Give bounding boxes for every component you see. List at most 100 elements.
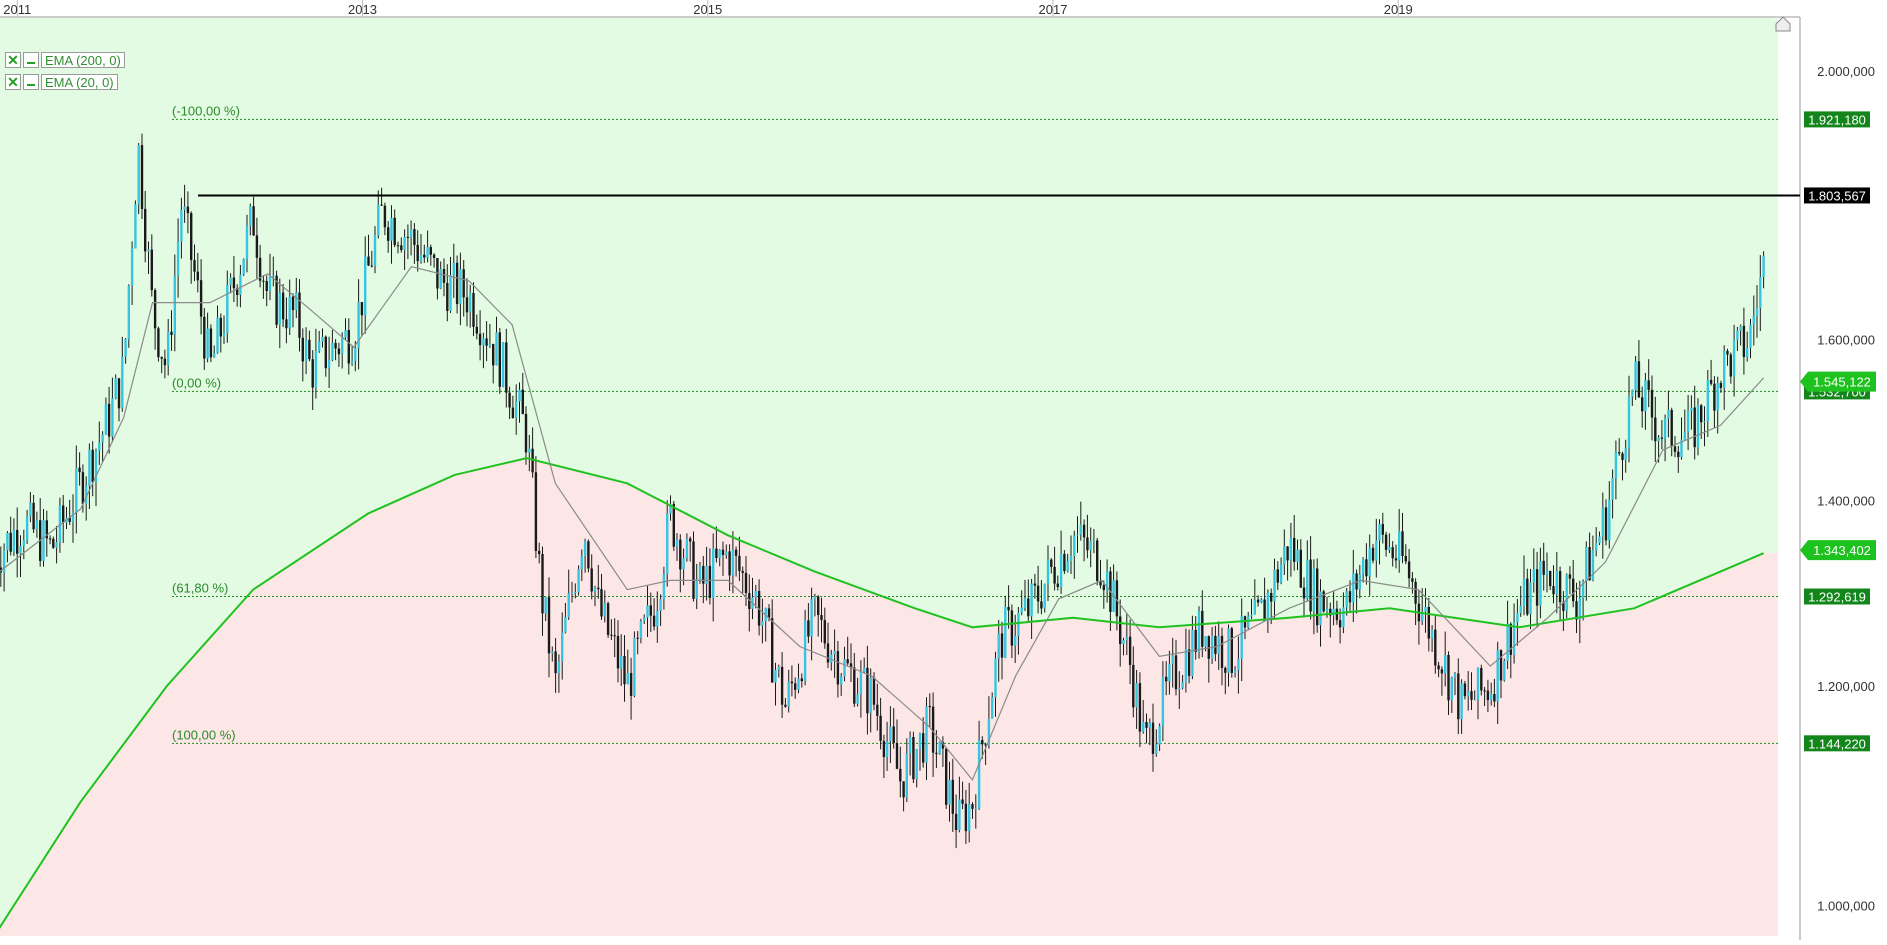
candle-body bbox=[606, 603, 610, 635]
candle-body bbox=[1155, 744, 1158, 754]
candle-body bbox=[1178, 687, 1181, 690]
candle-body bbox=[1260, 599, 1263, 603]
candle-body bbox=[1273, 569, 1276, 602]
candle-body bbox=[190, 213, 193, 261]
legend-label[interactable]: EMA (200, 0) bbox=[41, 52, 125, 68]
candle-body bbox=[1253, 599, 1256, 615]
candle-body bbox=[1394, 558, 1398, 561]
fibonacci-level-label: (-100,00 %) bbox=[172, 103, 240, 118]
candle-body bbox=[583, 541, 587, 556]
candle-body bbox=[1437, 665, 1440, 670]
candle-body bbox=[1233, 670, 1237, 673]
candle-body bbox=[846, 659, 849, 664]
candle-body bbox=[1020, 607, 1023, 613]
candle-body bbox=[1302, 587, 1306, 599]
y-tick-label: 2.000,000 bbox=[1817, 64, 1875, 79]
candle-body bbox=[1709, 379, 1713, 384]
candle-body bbox=[1759, 277, 1762, 308]
candle-body bbox=[656, 610, 659, 627]
candle-body bbox=[498, 332, 501, 387]
candle-body bbox=[278, 292, 281, 325]
legend-line-icon bbox=[23, 52, 39, 68]
candle-body bbox=[1624, 448, 1627, 460]
candle-body bbox=[925, 706, 928, 763]
candle-body bbox=[1621, 453, 1624, 460]
candle-body bbox=[561, 632, 564, 662]
candle-body bbox=[823, 620, 826, 644]
candle-body bbox=[291, 296, 295, 311]
candle-body bbox=[1568, 574, 1572, 579]
candle-body bbox=[137, 145, 140, 205]
candle-body bbox=[1174, 655, 1178, 690]
candle-body bbox=[1496, 650, 1499, 702]
candle-body bbox=[1729, 354, 1732, 377]
candle-body bbox=[1693, 407, 1696, 448]
candle-body bbox=[364, 256, 367, 316]
candle-body bbox=[1526, 578, 1529, 615]
candle-body bbox=[1023, 598, 1027, 608]
candle-body bbox=[265, 281, 268, 291]
candle-body bbox=[991, 697, 994, 719]
legend-ema-200[interactable]: ✕ EMA (200, 0) bbox=[5, 50, 125, 70]
candle-body bbox=[406, 236, 410, 238]
legend-ema-20[interactable]: ✕ EMA (20, 0) bbox=[5, 72, 118, 92]
candle-body bbox=[1529, 582, 1532, 615]
candle-body bbox=[708, 565, 712, 598]
candle-body bbox=[1148, 722, 1151, 728]
candle-body bbox=[324, 336, 327, 369]
candle-body bbox=[426, 247, 429, 258]
candle-body bbox=[1371, 547, 1375, 561]
candle-body bbox=[482, 338, 485, 346]
candle-body bbox=[1398, 531, 1401, 561]
candle-body bbox=[817, 596, 820, 615]
candle-body bbox=[285, 319, 288, 329]
candle-body bbox=[734, 549, 738, 556]
candle-body bbox=[807, 620, 810, 637]
candle-body bbox=[1161, 676, 1165, 727]
x-tick-label: 2017 bbox=[1039, 2, 1068, 17]
candle-body bbox=[1086, 537, 1089, 551]
candle-body bbox=[1204, 636, 1207, 647]
legend-label[interactable]: EMA (20, 0) bbox=[41, 74, 118, 90]
candle-body bbox=[672, 503, 675, 547]
candle-body bbox=[836, 651, 840, 685]
candle-body bbox=[1601, 507, 1604, 537]
candle-body bbox=[1128, 636, 1132, 665]
candle-body bbox=[393, 217, 396, 246]
legend-close-icon[interactable]: ✕ bbox=[5, 52, 21, 68]
candle-body bbox=[1214, 635, 1217, 654]
candle-body bbox=[432, 254, 436, 258]
candle-body bbox=[974, 808, 977, 810]
candle-body bbox=[1535, 569, 1539, 606]
candle-body bbox=[1201, 610, 1204, 647]
legend-close-icon[interactable]: ✕ bbox=[5, 74, 21, 90]
candle-body bbox=[288, 296, 291, 329]
candle-body bbox=[633, 637, 636, 696]
candle-body bbox=[1063, 553, 1066, 572]
candle-body bbox=[1000, 633, 1004, 658]
candle-body bbox=[107, 403, 111, 437]
y-tick-label: 1.400,000 bbox=[1817, 493, 1875, 508]
candle-body bbox=[649, 605, 652, 616]
candle-body bbox=[209, 328, 213, 358]
candle-body bbox=[1732, 339, 1736, 377]
candle-body bbox=[1375, 540, 1378, 561]
candle-body bbox=[449, 275, 452, 311]
candle-body bbox=[551, 651, 554, 654]
candle-body bbox=[1004, 607, 1007, 658]
candle-body bbox=[1700, 405, 1703, 423]
candle-body bbox=[1762, 255, 1765, 278]
candle-body bbox=[1706, 379, 1709, 422]
candle-body bbox=[180, 209, 183, 242]
candle-body bbox=[1450, 677, 1453, 701]
candle-body bbox=[922, 733, 925, 763]
candle-body bbox=[1404, 556, 1407, 562]
candle-body bbox=[515, 401, 518, 418]
candle-body bbox=[505, 342, 508, 393]
candle-body bbox=[689, 538, 692, 542]
candle-body bbox=[1434, 629, 1437, 666]
candle-body bbox=[570, 592, 574, 594]
candle-body bbox=[794, 683, 797, 690]
candle-body bbox=[1719, 383, 1723, 388]
candle-body bbox=[1082, 524, 1086, 538]
